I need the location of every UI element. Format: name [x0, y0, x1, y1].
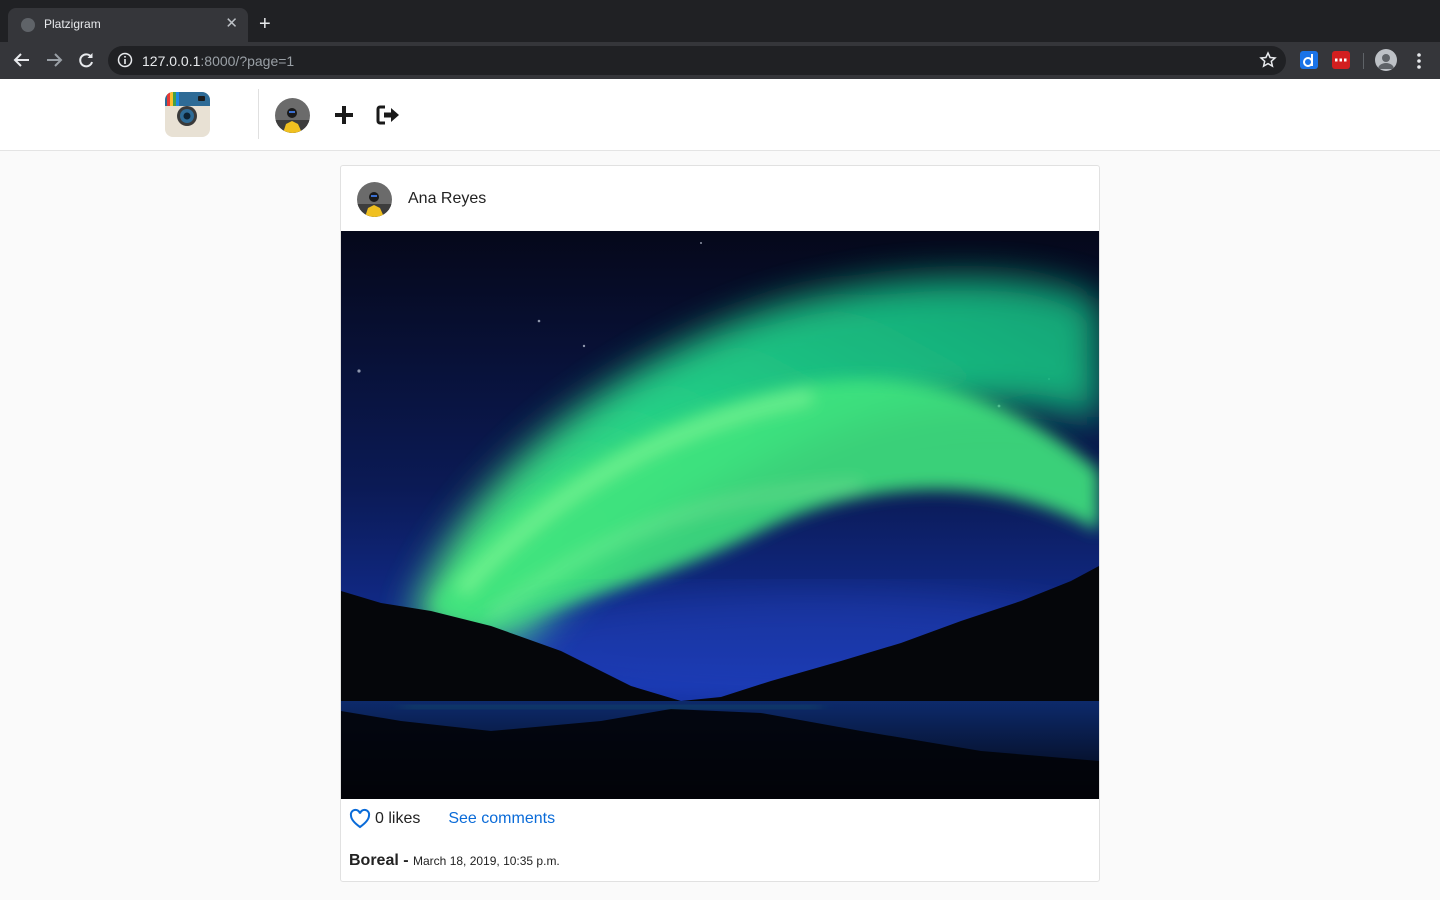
platzigram-logo[interactable]: [165, 92, 210, 137]
new-tab-plus-icon[interactable]: +: [259, 13, 271, 35]
app-navbar: [0, 79, 1440, 151]
likes-count: 0 likes: [375, 810, 421, 827]
url-host: 127.0.0.1: [142, 53, 201, 69]
post-title: Boreal: [349, 852, 399, 869]
info-icon[interactable]: [117, 52, 133, 68]
caption-separator: -: [398, 852, 414, 869]
address-bar[interactable]: 127.0.0.1:8000/?page=1: [108, 46, 1286, 75]
post-photo[interactable]: [341, 231, 1099, 799]
profile-avatar-icon[interactable]: [1375, 49, 1397, 71]
post-card: Ana Reyes 0 likes See comments Boreal - …: [340, 165, 1100, 882]
browser-toolbar: 127.0.0.1:8000/?page=1: [0, 42, 1440, 79]
post-author-name[interactable]: Ana Reyes: [408, 190, 486, 208]
back-button[interactable]: [10, 48, 34, 72]
post-author-avatar[interactable]: [357, 182, 392, 217]
browser-tabstrip: Platzigram ✕ +: [0, 0, 1440, 42]
star-icon[interactable]: [1259, 51, 1277, 69]
post-caption: Boreal - March 18, 2019, 10:35 p.m.: [349, 852, 560, 870]
kebab-menu-icon[interactable]: [1412, 50, 1426, 72]
reload-icon: [79, 53, 93, 68]
heart-icon[interactable]: [349, 808, 371, 830]
toolbar-divider: [1363, 53, 1364, 69]
reload-button[interactable]: [74, 48, 98, 72]
post-header: Ana Reyes: [341, 166, 1099, 232]
extension-red-icon[interactable]: [1332, 51, 1350, 69]
tab-title: Platzigram: [44, 17, 101, 31]
arrow-left-icon: [13, 53, 29, 67]
forward-button[interactable]: [42, 48, 66, 72]
globe-icon: [21, 18, 35, 32]
post-date: March 18, 2019, 10:35 p.m.: [413, 854, 560, 868]
see-comments-link[interactable]: See comments: [448, 810, 555, 828]
url-text[interactable]: 127.0.0.1:8000/?page=1: [142, 53, 294, 69]
post-actions: 0 likes See comments: [349, 806, 555, 832]
avatar[interactable]: [275, 98, 310, 133]
navbar-divider: [258, 89, 259, 139]
arrow-right-icon: [47, 53, 63, 67]
url-path: :8000/?page=1: [200, 53, 295, 69]
sign-out-icon[interactable]: [376, 104, 400, 126]
extension-d-icon[interactable]: [1300, 51, 1318, 69]
new-post-plus-icon[interactable]: [333, 104, 355, 126]
browser-tab[interactable]: Platzigram ✕: [8, 8, 248, 42]
close-icon[interactable]: ✕: [225, 15, 238, 33]
